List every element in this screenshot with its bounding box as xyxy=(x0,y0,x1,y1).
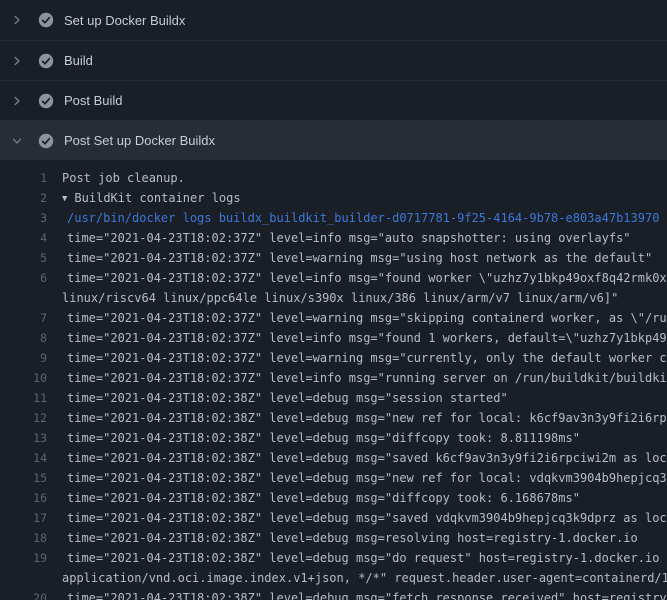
line-number[interactable]: 18 xyxy=(0,528,62,548)
log-text: time="2021-04-23T18:02:38Z" level=debug … xyxy=(62,388,667,408)
check-circle-icon xyxy=(38,93,54,109)
step-label: Post Build xyxy=(64,93,123,108)
step-label: Set up Docker Buildx xyxy=(64,13,185,28)
log-line: 19 time="2021-04-23T18:02:38Z" level=deb… xyxy=(0,548,667,568)
step-row[interactable]: Set up Docker Buildx xyxy=(0,0,667,40)
log-line: application/vnd.oci.image.index.v1+json,… xyxy=(0,568,667,588)
log-line: 5 time="2021-04-23T18:02:37Z" level=warn… xyxy=(0,248,667,268)
step-row[interactable]: Post Build xyxy=(0,80,667,120)
log-text: time="2021-04-23T18:02:37Z" level=info m… xyxy=(62,328,667,348)
line-number[interactable]: 2 xyxy=(0,188,62,208)
check-circle-icon xyxy=(38,133,54,149)
log-text: time="2021-04-23T18:02:37Z" level=info m… xyxy=(62,368,667,388)
line-number[interactable]: 14 xyxy=(0,448,62,468)
log-line: 12 time="2021-04-23T18:02:38Z" level=deb… xyxy=(0,408,667,428)
log-line: 1 Post job cleanup. xyxy=(0,168,667,188)
chevron-right-icon xyxy=(10,13,24,27)
step-row[interactable]: Build xyxy=(0,40,667,80)
line-number[interactable]: 3 xyxy=(0,208,62,228)
log-text: linux/riscv64 linux/ppc64le linux/s390x … xyxy=(62,288,667,308)
line-number[interactable]: 9 xyxy=(0,348,62,368)
line-number[interactable]: 8 xyxy=(0,328,62,348)
log-group-label[interactable]: BuildKit container logs xyxy=(74,191,240,205)
step-row[interactable]: Post Set up Docker Buildx xyxy=(0,120,667,160)
step-label: Post Set up Docker Buildx xyxy=(64,133,215,148)
line-number[interactable]: 7 xyxy=(0,308,62,328)
log-text: time="2021-04-23T18:02:37Z" level=warnin… xyxy=(62,348,667,368)
log-text: time="2021-04-23T18:02:38Z" level=debug … xyxy=(62,548,667,568)
log-text: time="2021-04-23T18:02:38Z" level=debug … xyxy=(62,588,667,600)
line-number[interactable] xyxy=(0,288,62,308)
workflow-log-viewer: Set up Docker Buildx Build P xyxy=(0,0,667,600)
line-number[interactable]: 6 xyxy=(0,268,62,288)
log-line: 13 time="2021-04-23T18:02:38Z" level=deb… xyxy=(0,428,667,448)
log-line: 9 time="2021-04-23T18:02:37Z" level=warn… xyxy=(0,348,667,368)
log-line: 10 time="2021-04-23T18:02:37Z" level=inf… xyxy=(0,368,667,388)
log-text: time="2021-04-23T18:02:37Z" level=info m… xyxy=(62,268,667,288)
log-text: time="2021-04-23T18:02:38Z" level=debug … xyxy=(62,488,667,508)
log-content: 1 Post job cleanup. 2 ▼ BuildKit containe… xyxy=(0,160,667,600)
log-line: 18 time="2021-04-23T18:02:38Z" level=deb… xyxy=(0,528,667,548)
log-text: application/vnd.oci.image.index.v1+json,… xyxy=(62,568,667,588)
log-line: 20 time="2021-04-23T18:02:38Z" level=deb… xyxy=(0,588,667,600)
log-command-text: /usr/bin/docker logs buildx_buildkit_bui… xyxy=(62,208,667,228)
log-line: 2 ▼ BuildKit container logs xyxy=(0,188,667,208)
line-number[interactable] xyxy=(0,568,62,588)
log-line: 7 time="2021-04-23T18:02:37Z" level=warn… xyxy=(0,308,667,328)
chevron-down-icon xyxy=(10,134,24,148)
log-line: 11 time="2021-04-23T18:02:38Z" level=deb… xyxy=(0,388,667,408)
line-number[interactable]: 15 xyxy=(0,468,62,488)
line-number[interactable]: 4 xyxy=(0,228,62,248)
log-text: Post job cleanup. xyxy=(62,168,667,188)
log-line: 15 time="2021-04-23T18:02:38Z" level=deb… xyxy=(0,468,667,488)
log-text: time="2021-04-23T18:02:38Z" level=debug … xyxy=(62,528,667,548)
log-text: time="2021-04-23T18:02:37Z" level=warnin… xyxy=(62,308,667,328)
log-text: time="2021-04-23T18:02:38Z" level=debug … xyxy=(62,508,667,528)
log-text: time="2021-04-23T18:02:37Z" level=warnin… xyxy=(62,248,667,268)
log-text: time="2021-04-23T18:02:38Z" level=debug … xyxy=(62,448,667,468)
log-line: 6 time="2021-04-23T18:02:37Z" level=info… xyxy=(0,268,667,288)
chevron-right-icon xyxy=(10,94,24,108)
log-line: 4 time="2021-04-23T18:02:37Z" level=info… xyxy=(0,228,667,248)
line-number[interactable]: 16 xyxy=(0,488,62,508)
line-number[interactable]: 19 xyxy=(0,548,62,568)
log-line: 8 time="2021-04-23T18:02:37Z" level=info… xyxy=(0,328,667,348)
log-group-toggle-icon[interactable]: ▼ xyxy=(62,189,67,208)
line-number[interactable]: 11 xyxy=(0,388,62,408)
log-text: time="2021-04-23T18:02:38Z" level=debug … xyxy=(62,428,667,448)
log-line: 17 time="2021-04-23T18:02:38Z" level=deb… xyxy=(0,508,667,528)
line-number[interactable]: 17 xyxy=(0,508,62,528)
line-number[interactable]: 10 xyxy=(0,368,62,388)
log-text: time="2021-04-23T18:02:38Z" level=debug … xyxy=(62,468,667,488)
line-number[interactable]: 13 xyxy=(0,428,62,448)
step-label: Build xyxy=(64,53,93,68)
chevron-right-icon xyxy=(10,54,24,68)
log-line: 16 time="2021-04-23T18:02:38Z" level=deb… xyxy=(0,488,667,508)
log-text: time="2021-04-23T18:02:38Z" level=debug … xyxy=(62,408,667,428)
line-number[interactable]: 5 xyxy=(0,248,62,268)
step-list: Set up Docker Buildx Build P xyxy=(0,0,667,160)
log-text: time="2021-04-23T18:02:37Z" level=info m… xyxy=(62,228,667,248)
log-line: 3 /usr/bin/docker logs buildx_buildkit_b… xyxy=(0,208,667,228)
line-number[interactable]: 20 xyxy=(0,588,62,600)
log-line: linux/riscv64 linux/ppc64le linux/s390x … xyxy=(0,288,667,308)
log-text: ▼ BuildKit container logs xyxy=(62,188,667,208)
check-circle-icon xyxy=(38,12,54,28)
line-number[interactable]: 1 xyxy=(0,168,62,188)
log-line: 14 time="2021-04-23T18:02:38Z" level=deb… xyxy=(0,448,667,468)
check-circle-icon xyxy=(38,53,54,69)
line-number[interactable]: 12 xyxy=(0,408,62,428)
